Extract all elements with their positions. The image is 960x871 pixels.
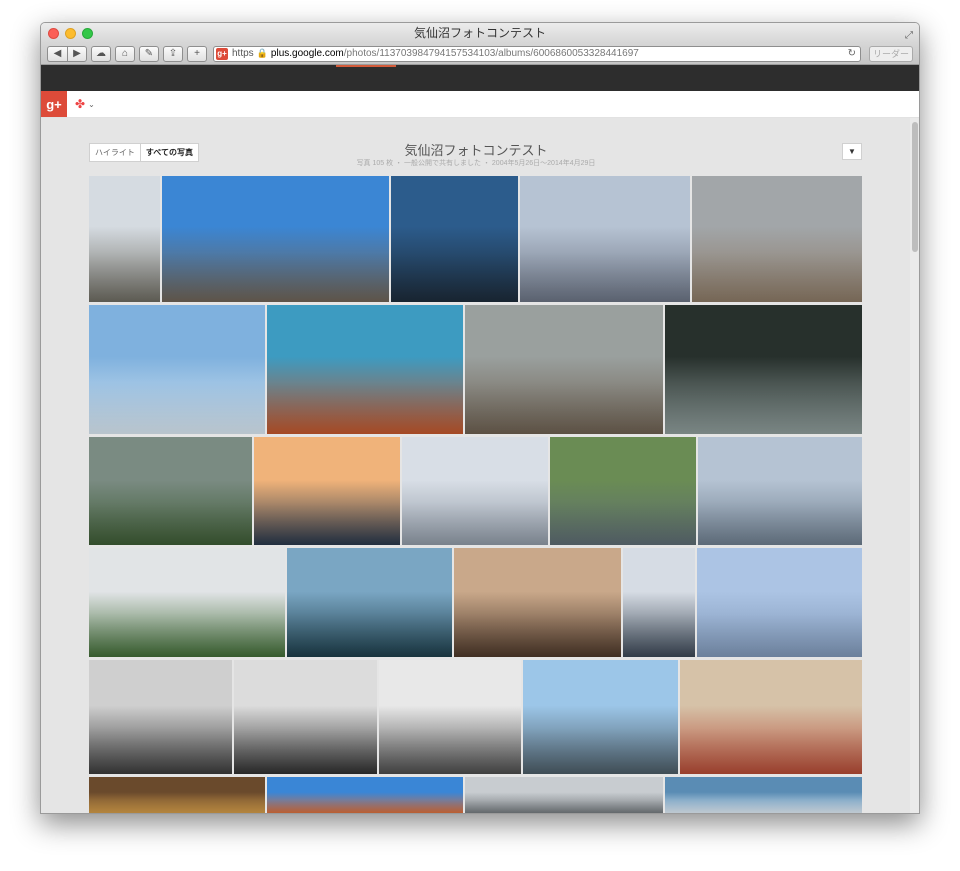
forward-button[interactable]: ▶ xyxy=(67,45,87,62)
chevron-down-icon[interactable]: ⌄ xyxy=(88,100,95,109)
lock-icon: 🔒 xyxy=(256,48,268,58)
reload-icon[interactable]: ↻ xyxy=(848,48,856,59)
photo-calm-sea-jetty[interactable] xyxy=(698,437,862,545)
reader-button[interactable]: リーダー xyxy=(869,45,913,62)
close-window-button[interactable] xyxy=(48,28,59,39)
photos-pinwheel-icon[interactable]: ✤ xyxy=(75,97,85,111)
album-title: 気仙沼フォトコンテスト xyxy=(404,143,548,158)
photo-sunlit-sea-rocks[interactable] xyxy=(391,176,518,302)
google-black-bar xyxy=(41,65,919,91)
window-controls xyxy=(48,28,93,39)
photo-people-on-rocks-sea[interactable] xyxy=(523,660,678,774)
icloud-tabs-icon[interactable]: ☁ xyxy=(91,45,111,62)
url-path: /photos/113703984794157534103/albums/600… xyxy=(343,48,639,59)
photo-bw-town-view[interactable] xyxy=(234,660,377,774)
zoom-window-button[interactable] xyxy=(82,28,93,39)
home-icon[interactable]: ⌂ xyxy=(115,45,135,62)
back-button[interactable]: ◀ xyxy=(47,45,67,62)
photo-beach-two-people[interactable] xyxy=(692,176,862,302)
scrollbar-thumb[interactable] xyxy=(912,122,918,252)
photo-festival-crowd[interactable] xyxy=(454,548,621,657)
photo-ship-masts-sky[interactable] xyxy=(89,305,265,434)
google-plus-favicon: g+ xyxy=(216,47,228,60)
photo-fishermen-on-pier[interactable] xyxy=(465,305,663,434)
photo-grilled-scallops[interactable] xyxy=(680,660,862,774)
photo-blue-gloves-orange[interactable] xyxy=(267,777,463,813)
photo-sea-sunset-clouds[interactable] xyxy=(287,548,452,657)
photo-grilled-seafood[interactable] xyxy=(89,777,265,813)
new-tab-button[interactable]: + xyxy=(187,45,207,62)
photo-sea-creature-display[interactable] xyxy=(465,777,663,813)
active-indicator xyxy=(336,65,396,67)
album-content: ハイライト すべての写真 気仙沼フォトコンテスト 写真 105 枚 ・ 一般公開… xyxy=(41,118,919,813)
scrollbar[interactable] xyxy=(910,118,919,813)
compose-icon[interactable]: ✎ xyxy=(139,45,159,62)
url-scheme: https xyxy=(232,48,254,59)
photo-misty-islands[interactable] xyxy=(89,548,285,657)
gplus-header: g+ ✤ ⌄ xyxy=(41,91,919,118)
photo-crabs-in-blue-crates[interactable] xyxy=(267,305,463,434)
photo-bottle-on-blue[interactable] xyxy=(665,777,862,813)
browser-window: 気仙沼フォトコンテスト ⤢ ◀ ▶ ☁ ⌂ ✎ ⇪ + g+ https 🔒 p… xyxy=(40,22,920,814)
photo-rocky-coast-blue-sky[interactable] xyxy=(162,176,389,302)
album-menu-button[interactable]: ▼ xyxy=(842,143,862,160)
photo-tetrapods[interactable] xyxy=(402,437,548,545)
title-bar: 気仙沼フォトコンテスト ⤢ xyxy=(41,23,919,43)
album-meta: 写真 105 枚 ・ 一般公開で共有しました ・ 2004年5月26日〜2014… xyxy=(356,160,596,167)
photo-seagulls-flying[interactable] xyxy=(697,548,862,657)
photo-rocky-hillside[interactable] xyxy=(89,176,160,302)
browser-toolbar: ◀ ▶ ☁ ⌂ ✎ ⇪ + g+ https 🔒 plus.google.com… xyxy=(41,43,919,65)
photo-tide-pool-person[interactable] xyxy=(550,437,696,545)
photo-tuna-on-ice[interactable] xyxy=(665,305,862,434)
window-title: 気仙沼フォトコンテスト xyxy=(413,26,546,40)
photo-fishing-boat-harbor-dusk[interactable] xyxy=(520,176,690,302)
photo-bw-nets-drying[interactable] xyxy=(89,660,232,774)
photo-harbor-sunset[interactable] xyxy=(254,437,400,545)
chevron-down-icon: ▼ xyxy=(848,147,856,156)
url-host: plus.google.com xyxy=(270,48,344,59)
gplus-logo[interactable]: g+ xyxy=(41,91,67,117)
minimize-window-button[interactable] xyxy=(65,28,76,39)
photo-river-reeds[interactable] xyxy=(89,437,252,545)
photo-girl-feeding-gulls[interactable] xyxy=(623,548,695,657)
share-icon[interactable]: ⇪ xyxy=(163,45,183,62)
history-nav: ◀ ▶ xyxy=(47,45,87,62)
photo-bw-factory-water[interactable] xyxy=(379,660,521,774)
address-bar[interactable]: g+ https 🔒 plus.google.com /photos/11370… xyxy=(213,45,861,62)
